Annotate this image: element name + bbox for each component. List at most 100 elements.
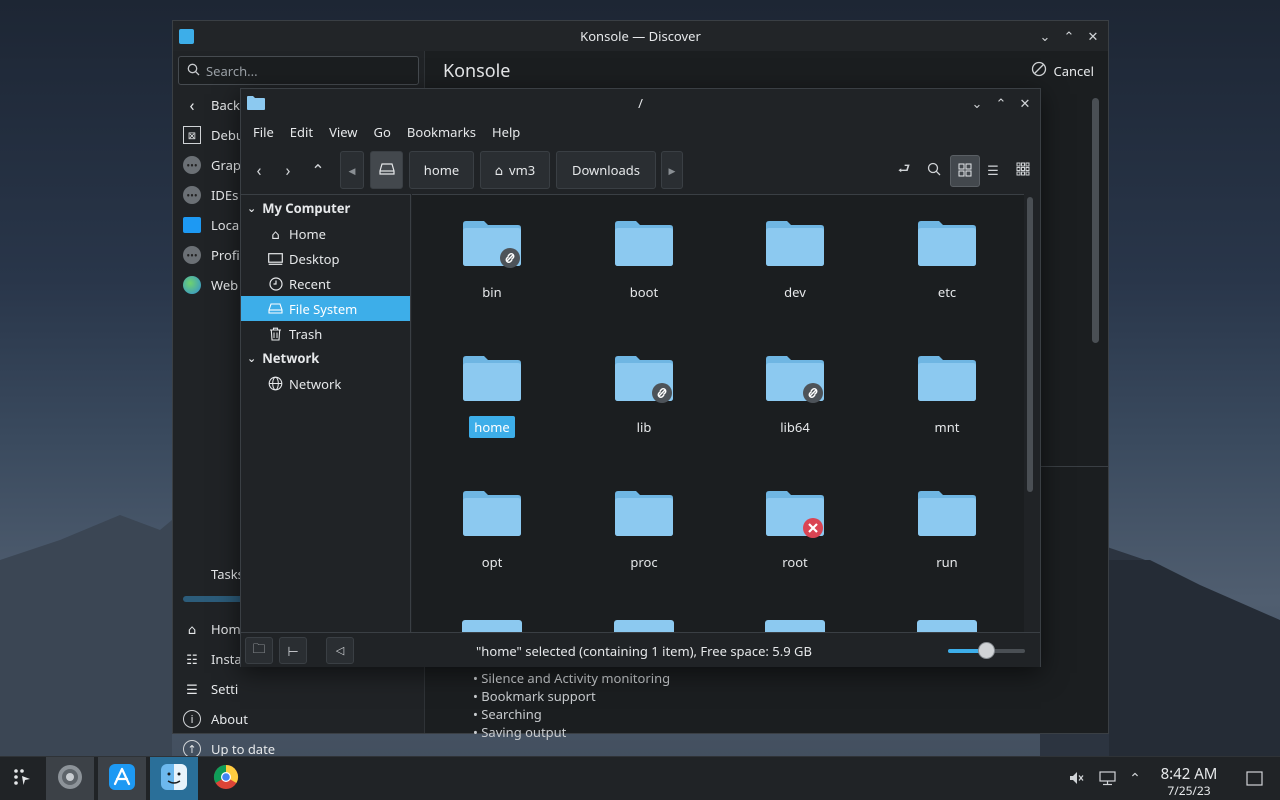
volume-muted-icon[interactable] <box>1067 769 1085 787</box>
breadcrumb-root[interactable] <box>370 151 403 189</box>
file-item-etc[interactable]: etc <box>892 215 1002 325</box>
return-icon: ⮐ <box>897 159 911 178</box>
details-grid-icon <box>1016 159 1030 181</box>
feature-item: • Saving output <box>473 723 567 741</box>
details-view-button[interactable] <box>1009 156 1037 184</box>
home-icon: ⌂ <box>187 620 197 638</box>
file-item-root[interactable]: root <box>740 485 850 595</box>
enter-path-button[interactable]: ⮐ <box>890 156 918 184</box>
file-item-lib64[interactable]: lib64 <box>740 350 850 460</box>
file-view[interactable]: bin boot dev etc home lib lib64 mnt opt proc root r… <box>412 194 1024 632</box>
breadcrumb-downloads[interactable]: Downloads <box>556 151 656 189</box>
feature-list: • Silence and Activity monitoring • Book… <box>473 669 670 741</box>
folder-icon <box>614 485 674 545</box>
close-icon[interactable]: ✕ <box>1018 94 1032 112</box>
cancel-icon <box>1031 61 1047 81</box>
breadcrumb-scroll-left[interactable]: ◀ <box>340 151 364 189</box>
menu-go[interactable]: Go <box>366 123 399 141</box>
file-item-run[interactable]: run <box>892 485 1002 595</box>
network-icon <box>268 376 283 391</box>
file-item-label: root <box>782 553 808 571</box>
zoom-slider-handle[interactable] <box>978 642 995 659</box>
clock-time: 8:42 AM <box>1160 764 1218 784</box>
drive-icon <box>378 161 395 179</box>
places-item-file-system[interactable]: File System <box>241 296 410 321</box>
clock[interactable]: 8:42 AM 7/25/23 <box>1150 764 1228 799</box>
taskbar-app-discover[interactable] <box>98 757 146 800</box>
taskbar-app-chrome[interactable] <box>202 757 250 800</box>
menu-file[interactable]: File <box>245 123 282 141</box>
maximize-icon[interactable]: ⌃ <box>1062 27 1076 45</box>
file-item-label: run <box>936 553 958 571</box>
taskbar: ⌃ 8:42 AM 7/25/23 <box>0 756 1280 800</box>
file-item-dev[interactable]: dev <box>740 215 850 325</box>
breadcrumb-vm3[interactable]: ⌂ vm3 <box>480 151 550 189</box>
file-item-bin[interactable]: bin <box>437 215 547 325</box>
show-desktop-icon[interactable] <box>1244 769 1264 787</box>
file-item-lib[interactable]: lib <box>589 350 699 460</box>
discover-search-input[interactable]: Search... <box>178 56 419 85</box>
places-item-trash[interactable]: Trash <box>241 321 410 346</box>
toggle-folders-button[interactable]: ⊢ <box>279 637 307 664</box>
file-item-home[interactable]: home <box>437 350 547 460</box>
cancel-button[interactable]: Cancel <box>1031 61 1094 81</box>
sidebar-item-about[interactable]: i About <box>173 704 425 734</box>
file-item-boot[interactable]: boot <box>589 215 699 325</box>
file-view-scrollbar[interactable] <box>1027 197 1033 492</box>
menu-bookmarks[interactable]: Bookmarks <box>399 123 484 141</box>
chevron-up-icon[interactable]: ⌃ <box>1126 769 1144 788</box>
back-button[interactable]: ‹ <box>245 156 273 184</box>
chevron-down-icon: ⌄ <box>247 200 257 216</box>
app-store-icon <box>108 763 136 795</box>
icons-view-button[interactable] <box>950 155 980 187</box>
folder-icon <box>765 215 825 275</box>
file-manager-title: / <box>638 94 643 112</box>
toggle-info-button[interactable]: ◁ <box>326 637 354 664</box>
toggle-places-button[interactable]: 🗀 <box>245 637 273 664</box>
folder-icon <box>462 620 522 632</box>
places-header-my-computer[interactable]: ⌄ My Computer <box>247 196 350 220</box>
localization-icon <box>183 217 201 233</box>
minimize-icon[interactable]: ⌄ <box>1038 27 1052 45</box>
places-item-home[interactable]: ⌂ Home <box>241 221 410 246</box>
file-item-label: boot <box>629 283 659 301</box>
maximize-icon[interactable]: ⌃ <box>994 94 1008 112</box>
minimize-icon[interactable]: ⌄ <box>970 94 984 112</box>
feature-item: • Silence and Activity monitoring <box>473 669 671 687</box>
taskbar-app-file-manager[interactable] <box>150 757 198 800</box>
places-item-network[interactable]: Network <box>241 371 410 396</box>
folder-icon <box>462 350 522 410</box>
arrow-left-icon: ◀ <box>348 163 356 177</box>
places-header-network[interactable]: ⌄ Network <box>247 346 319 370</box>
places-item-recent[interactable]: Recent <box>241 271 410 296</box>
network-tray-icon[interactable] <box>1098 769 1116 787</box>
search-button[interactable] <box>920 156 948 184</box>
discover-scrollbar[interactable] <box>1092 98 1099 343</box>
compact-view-button[interactable]: ☰ <box>979 156 1007 184</box>
breadcrumb-scroll-right[interactable]: ▶ <box>661 151 683 189</box>
breadcrumb-home[interactable]: home <box>409 151 474 189</box>
forward-button[interactable]: › <box>274 156 302 184</box>
file-item-mnt[interactable]: mnt <box>892 350 1002 460</box>
file-manager-window: / ⌄ ⌃ ✕ File Edit View Go Bookmarks Help… <box>240 88 1041 667</box>
globe-icon <box>183 276 201 294</box>
feature-item: • Searching <box>473 705 542 723</box>
search-icon <box>927 159 941 181</box>
drive-icon <box>268 301 283 316</box>
taskbar-app-settings[interactable] <box>46 757 94 800</box>
menu-view[interactable]: View <box>321 123 365 141</box>
places-item-desktop[interactable]: Desktop <box>241 246 410 271</box>
app-launcher-button[interactable] <box>0 757 44 800</box>
file-item-opt[interactable]: opt <box>437 485 547 595</box>
list-icon: ☰ <box>987 161 999 179</box>
sidebar-item-settings[interactable]: ☰ Setti <box>173 674 425 704</box>
profile-icon: ••• <box>183 246 201 264</box>
discover-titlebar: Konsole — Discover ⌄ ⌃ ✕ <box>173 21 1108 51</box>
chevron-down-icon: ⌄ <box>247 350 257 366</box>
discover-window-title: Konsole — Discover <box>580 27 701 45</box>
file-item-proc[interactable]: proc <box>589 485 699 595</box>
up-button[interactable]: ⌃ <box>304 156 332 184</box>
close-icon[interactable]: ✕ <box>1086 27 1100 45</box>
menu-help[interactable]: Help <box>484 123 528 141</box>
menu-edit[interactable]: Edit <box>282 123 321 141</box>
